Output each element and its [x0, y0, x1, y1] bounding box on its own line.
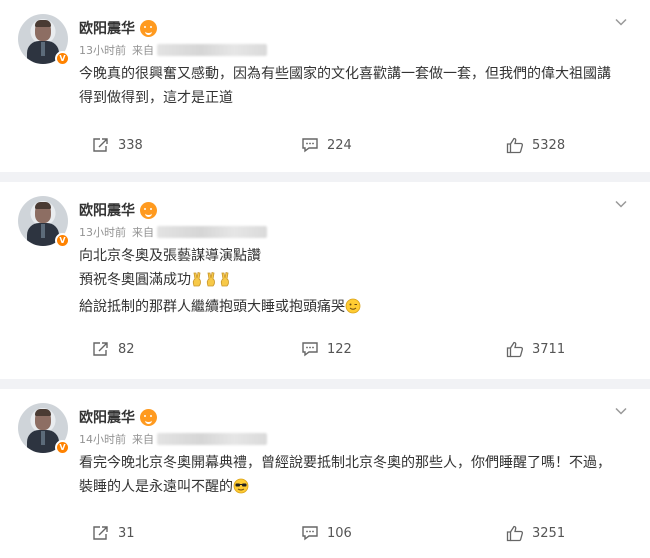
- post-text-line: 得到做得到，這才是正道: [79, 90, 233, 106]
- author-name[interactable]: 欧阳震华: [79, 407, 135, 427]
- share-button[interactable]: 338: [92, 137, 143, 153]
- comment-icon: [302, 138, 318, 153]
- comment-button[interactable]: 106: [301, 525, 352, 541]
- post-text-line: 預祝冬奧圓滿成功: [79, 272, 191, 288]
- source-label: 来自: [132, 433, 154, 446]
- verified-badge-icon: V: [55, 233, 70, 248]
- action-bar: 82 122 3711: [0, 341, 650, 361]
- share-count: 31: [118, 525, 135, 541]
- verified-badge-icon: V: [55, 440, 70, 455]
- post-text-line: 今晚真的很興奮又感動，因為有些國家的文化喜歡講一套做一套，但我們的偉大祖國講: [79, 66, 611, 82]
- action-bar: 338 224 5328: [0, 137, 650, 157]
- chevron-down-icon[interactable]: [614, 404, 628, 418]
- member-smiley-icon: [140, 201, 157, 219]
- share-count: 338: [118, 137, 143, 153]
- post-text-line: 裝睡的人是永遠叫不醒的: [79, 479, 233, 495]
- share-count: 82: [118, 341, 135, 357]
- comment-button[interactable]: 122: [301, 341, 352, 357]
- chevron-down-icon[interactable]: [614, 15, 628, 29]
- share-icon: [93, 526, 108, 540]
- share-button[interactable]: 31: [92, 525, 135, 541]
- comment-count: 122: [327, 341, 352, 357]
- post-card: V 欧阳震华 14小时前 来自 看完今晚北京冬奧開幕典禮，曾經說要抵制北京冬奧的…: [0, 389, 650, 558]
- weibo-feed: V 欧阳震华 13小时前 来自 今晚真的很興奮又感動，因為有些國家的文化喜歡講一…: [0, 0, 650, 558]
- post-text-line: 看完今晚北京冬奧開幕典禮，曾經說要抵制北京冬奧的那些人，你們睡醒了嗎！不過，: [79, 455, 611, 471]
- like-button[interactable]: 5328: [506, 137, 565, 154]
- post-card: V 欧阳震华 13小时前 来自 今晚真的很興奮又感動，因為有些國家的文化喜歡講一…: [0, 0, 650, 172]
- thumbs-up-icon: [506, 525, 524, 542]
- author-name[interactable]: 欧阳震华: [79, 18, 135, 38]
- victory-hand-emoji-icon: [191, 271, 233, 295]
- post-time[interactable]: 13小时前: [79, 42, 126, 58]
- source-label: 来自: [132, 44, 154, 57]
- post-text: 向北京冬奧及張藝謀導演點讚 預祝冬奧圓滿成功 給說抵制的那群人繼續抱頭大睡或抱頭…: [79, 244, 630, 322]
- like-button[interactable]: 3251: [506, 525, 565, 542]
- member-smiley-icon: [140, 19, 157, 37]
- source-blurred: [157, 433, 267, 445]
- like-button[interactable]: 3711: [506, 341, 565, 358]
- sunglasses-emoji-icon: [233, 478, 249, 502]
- share-icon: [93, 342, 108, 356]
- comment-count: 106: [327, 525, 352, 541]
- author-name[interactable]: 欧阳震华: [79, 200, 135, 220]
- post-time[interactable]: 13小时前: [79, 224, 126, 240]
- comment-icon: [302, 526, 318, 541]
- member-smiley-icon: [140, 408, 157, 426]
- action-bar: 31 106 3251: [0, 525, 650, 545]
- verified-badge-icon: V: [55, 51, 70, 66]
- post-text: 今晚真的很興奮又感動，因為有些國家的文化喜歡講一套做一套，但我們的偉大祖國講 得…: [79, 62, 630, 110]
- like-count: 5328: [532, 138, 566, 153]
- thumbs-up-icon: [506, 341, 524, 358]
- chevron-down-icon[interactable]: [614, 197, 628, 211]
- post-time[interactable]: 14小时前: [79, 431, 126, 447]
- post-text-line: 給說抵制的那群人繼續抱頭大睡或抱頭痛哭: [79, 299, 345, 315]
- comment-icon: [302, 342, 318, 357]
- share-icon: [93, 138, 108, 152]
- comment-button[interactable]: 224: [301, 137, 352, 153]
- share-button[interactable]: 82: [92, 341, 135, 357]
- source-blurred: [157, 226, 267, 238]
- source-label: 来自: [132, 226, 154, 239]
- like-count: 3711: [532, 342, 566, 357]
- comment-count: 224: [327, 137, 352, 153]
- like-count: 3251: [532, 526, 566, 541]
- post-text-line: 向北京冬奧及張藝謀導演點讚: [79, 248, 261, 264]
- thumbs-up-icon: [506, 137, 524, 154]
- source-blurred: [157, 44, 267, 56]
- post-text: 看完今晚北京冬奧開幕典禮，曾經說要抵制北京冬奧的那些人，你們睡醒了嗎！不過， 裝…: [79, 451, 630, 502]
- wink-emoji-icon: [345, 298, 361, 322]
